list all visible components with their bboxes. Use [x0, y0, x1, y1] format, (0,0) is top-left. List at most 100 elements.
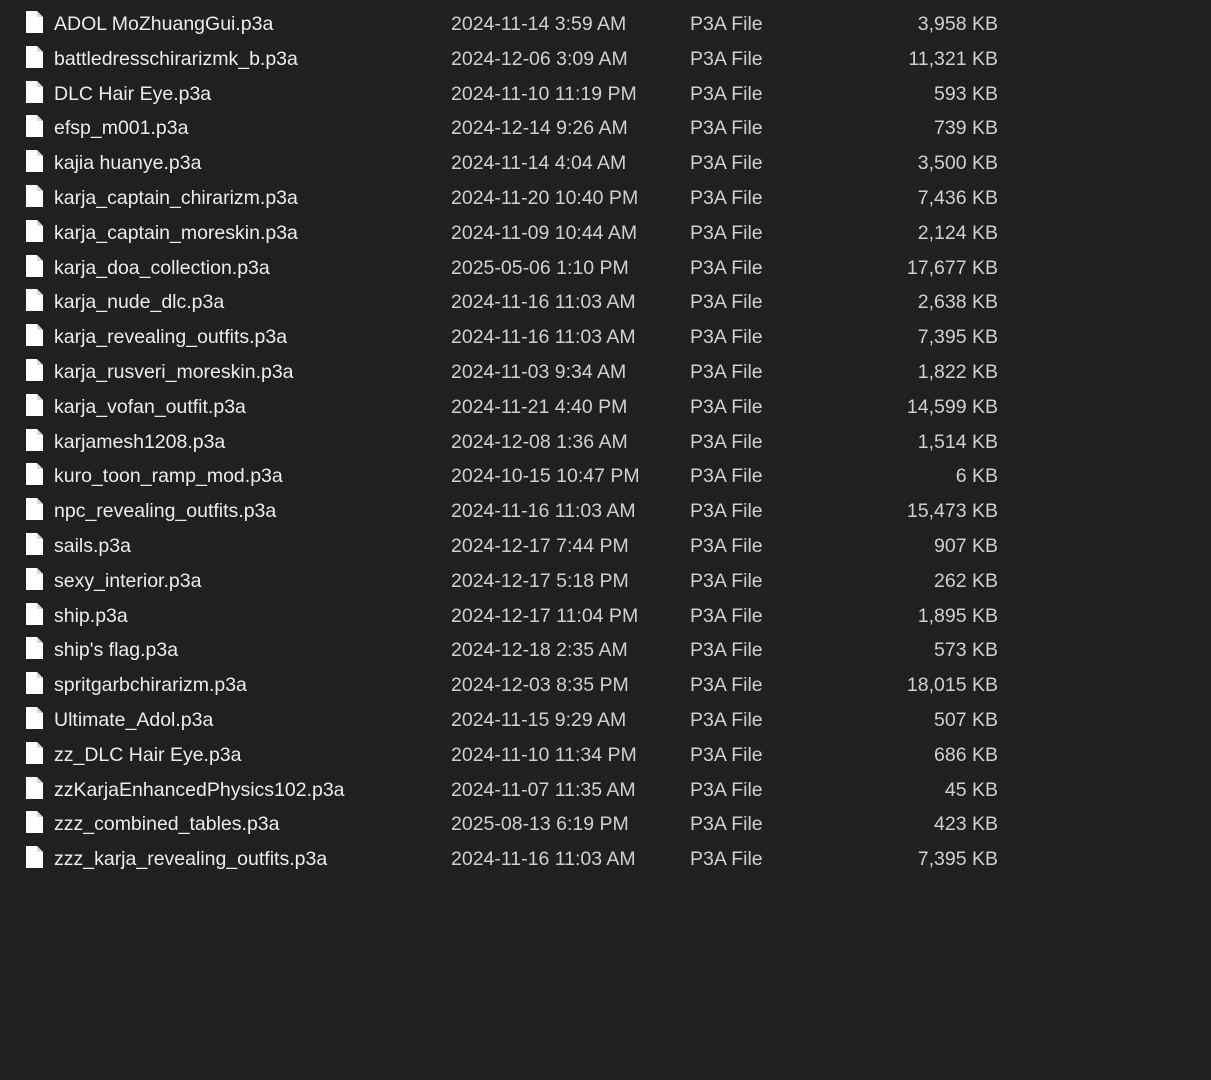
file-row[interactable]: ADOL MoZhuangGui.p3a 2024-11-14 3:59 AM …: [0, 7, 1211, 42]
file-name: battledresschirarizmk_b.p3a: [54, 47, 298, 70]
file-size: 1,822 KB: [917, 360, 998, 383]
file-date-modified: 2024-12-17 5:18 PM: [451, 569, 629, 592]
file-size: 3,500 KB: [917, 152, 998, 175]
file-name: zz_DLC Hair Eye.p3a: [54, 743, 242, 766]
file-type: P3A File: [690, 395, 763, 418]
file-name: karjamesh1208.p3a: [54, 430, 226, 453]
file-date-modified: 2024-12-14 9:26 AM: [451, 117, 628, 140]
file-row[interactable]: ship.p3a 2024-12-17 11:04 PM P3A File 1,…: [0, 599, 1211, 634]
file-name: ship.p3a: [54, 604, 128, 627]
file-row[interactable]: spritgarbchirarizm.p3a 2024-12-03 8:35 P…: [0, 668, 1211, 703]
file-size: 2,638 KB: [917, 291, 998, 314]
file-date-modified: 2024-11-16 11:03 AM: [451, 848, 636, 871]
file-type: P3A File: [690, 221, 763, 244]
file-row[interactable]: karja_captain_chirarizm.p3a 2024-11-20 1…: [0, 181, 1211, 216]
file-name: karja_captain_moreskin.p3a: [54, 221, 298, 244]
file-name: spritgarbchirarizm.p3a: [54, 674, 247, 697]
file-row[interactable]: zz_DLC Hair Eye.p3a 2024-11-10 11:34 PM …: [0, 738, 1211, 773]
file-icon: [25, 358, 43, 381]
file-size: 262 KB: [934, 569, 998, 592]
file-name: karja_nude_dlc.p3a: [54, 291, 225, 314]
file-row[interactable]: karjamesh1208.p3a 2024-12-08 1:36 AM P3A…: [0, 425, 1211, 460]
file-name: karja_captain_chirarizm.p3a: [54, 186, 298, 209]
file-row[interactable]: karja_revealing_outfits.p3a 2024-11-16 1…: [0, 320, 1211, 355]
file-name: karja_rusveri_moreskin.p3a: [54, 360, 294, 383]
file-type: P3A File: [690, 186, 763, 209]
file-row[interactable]: Ultimate_Adol.p3a 2024-11-15 9:29 AM P3A…: [0, 703, 1211, 738]
file-date-modified: 2024-12-03 8:35 PM: [451, 674, 629, 697]
file-row[interactable]: npc_revealing_outfits.p3a 2024-11-16 11:…: [0, 494, 1211, 529]
file-type: P3A File: [690, 500, 763, 523]
file-name: Ultimate_Adol.p3a: [54, 708, 214, 731]
file-row[interactable]: kuro_toon_ramp_mod.p3a 2024-10-15 10:47 …: [0, 459, 1211, 494]
file-row[interactable]: karja_doa_collection.p3a 2025-05-06 1:10…: [0, 251, 1211, 286]
file-name: karja_vofan_outfit.p3a: [54, 395, 246, 418]
file-name: sails.p3a: [54, 534, 131, 557]
file-size: 7,436 KB: [917, 186, 998, 209]
file-date-modified: 2024-10-15 10:47 PM: [451, 465, 640, 488]
file-name: karja_doa_collection.p3a: [54, 256, 270, 279]
file-date-modified: 2024-11-10 11:34 PM: [451, 743, 637, 766]
file-size: 739 KB: [934, 117, 998, 140]
file-name: DLC Hair Eye.p3a: [54, 82, 212, 105]
file-name: ADOL MoZhuangGui.p3a: [54, 13, 274, 35]
file-row[interactable]: zzKarjaEnhancedPhysics102.p3a 2024-11-07…: [0, 773, 1211, 808]
file-date-modified: 2024-11-07 11:35 AM: [451, 778, 636, 801]
file-size: 907 KB: [934, 534, 998, 557]
file-type: P3A File: [690, 430, 763, 453]
file-name: ship's flag.p3a: [54, 639, 179, 662]
file-type: P3A File: [690, 778, 763, 801]
file-date-modified: 2024-11-09 10:44 AM: [451, 221, 638, 244]
file-icon: [25, 532, 43, 555]
file-row[interactable]: karja_captain_moreskin.p3a 2024-11-09 10…: [0, 216, 1211, 251]
file-type: P3A File: [690, 326, 763, 349]
file-type: P3A File: [690, 82, 763, 105]
file-name: zzz_combined_tables.p3a: [54, 813, 280, 836]
file-date-modified: 2024-11-16 11:03 AM: [451, 500, 636, 523]
file-row[interactable]: battledresschirarizmk_b.p3a 2024-12-06 3…: [0, 42, 1211, 77]
file-row[interactable]: kajia huanye.p3a 2024-11-14 4:04 AM P3A …: [0, 146, 1211, 181]
file-icon: [25, 219, 43, 242]
file-icon: [25, 184, 43, 207]
file-icon: [25, 254, 43, 277]
file-size: 15,473 KB: [906, 500, 998, 523]
file-type: P3A File: [690, 465, 763, 488]
file-type: P3A File: [690, 604, 763, 627]
file-size: 45 KB: [944, 778, 998, 801]
file-row[interactable]: karja_nude_dlc.p3a 2024-11-16 11:03 AM P…: [0, 285, 1211, 320]
file-type: P3A File: [690, 674, 763, 697]
file-row[interactable]: karja_rusveri_moreskin.p3a 2024-11-03 9:…: [0, 355, 1211, 390]
file-date-modified: 2024-12-18 2:35 AM: [451, 639, 628, 662]
file-icon: [25, 741, 43, 764]
file-row[interactable]: DLC Hair Eye.p3a 2024-11-10 11:19 PM P3A…: [0, 77, 1211, 112]
file-icon: [25, 324, 43, 347]
file-row[interactable]: efsp_m001.p3a 2024-12-14 9:26 AM P3A Fil…: [0, 111, 1211, 146]
file-date-modified: 2024-11-14 3:59 AM: [451, 13, 627, 35]
file-type: P3A File: [690, 13, 763, 35]
file-date-modified: 2024-11-14 4:04 AM: [451, 152, 627, 175]
file-date-modified: 2024-11-20 10:40 PM: [451, 186, 639, 209]
file-size: 3,958 KB: [917, 13, 998, 35]
file-type: P3A File: [690, 534, 763, 557]
file-type: P3A File: [690, 47, 763, 70]
file-row[interactable]: sails.p3a 2024-12-17 7:44 PM P3A File 90…: [0, 529, 1211, 564]
file-icon: [25, 150, 43, 173]
file-row[interactable]: zzz_combined_tables.p3a 2025-08-13 6:19 …: [0, 807, 1211, 842]
file-size: 2,124 KB: [917, 221, 998, 244]
file-size: 1,895 KB: [917, 604, 998, 627]
file-row[interactable]: sexy_interior.p3a 2024-12-17 5:18 PM P3A…: [0, 564, 1211, 599]
file-size: 423 KB: [934, 813, 998, 836]
file-icon: [25, 115, 43, 138]
file-list: ADOL MoZhuangGui.p3a 2024-11-14 3:59 AM …: [0, 7, 1211, 877]
file-row[interactable]: zzz_karja_revealing_outfits.p3a 2024-11-…: [0, 842, 1211, 877]
file-icon: [25, 393, 43, 416]
file-type: P3A File: [690, 813, 763, 836]
file-size: 686 KB: [934, 743, 998, 766]
file-type: P3A File: [690, 360, 763, 383]
file-row[interactable]: karja_vofan_outfit.p3a 2024-11-21 4:40 P…: [0, 390, 1211, 425]
file-name: kajia huanye.p3a: [54, 152, 202, 175]
file-date-modified: 2024-11-10 11:19 PM: [451, 82, 637, 105]
file-date-modified: 2024-11-15 9:29 AM: [451, 708, 627, 731]
file-icon: [25, 776, 43, 799]
file-row[interactable]: ship's flag.p3a 2024-12-18 2:35 AM P3A F…: [0, 633, 1211, 668]
